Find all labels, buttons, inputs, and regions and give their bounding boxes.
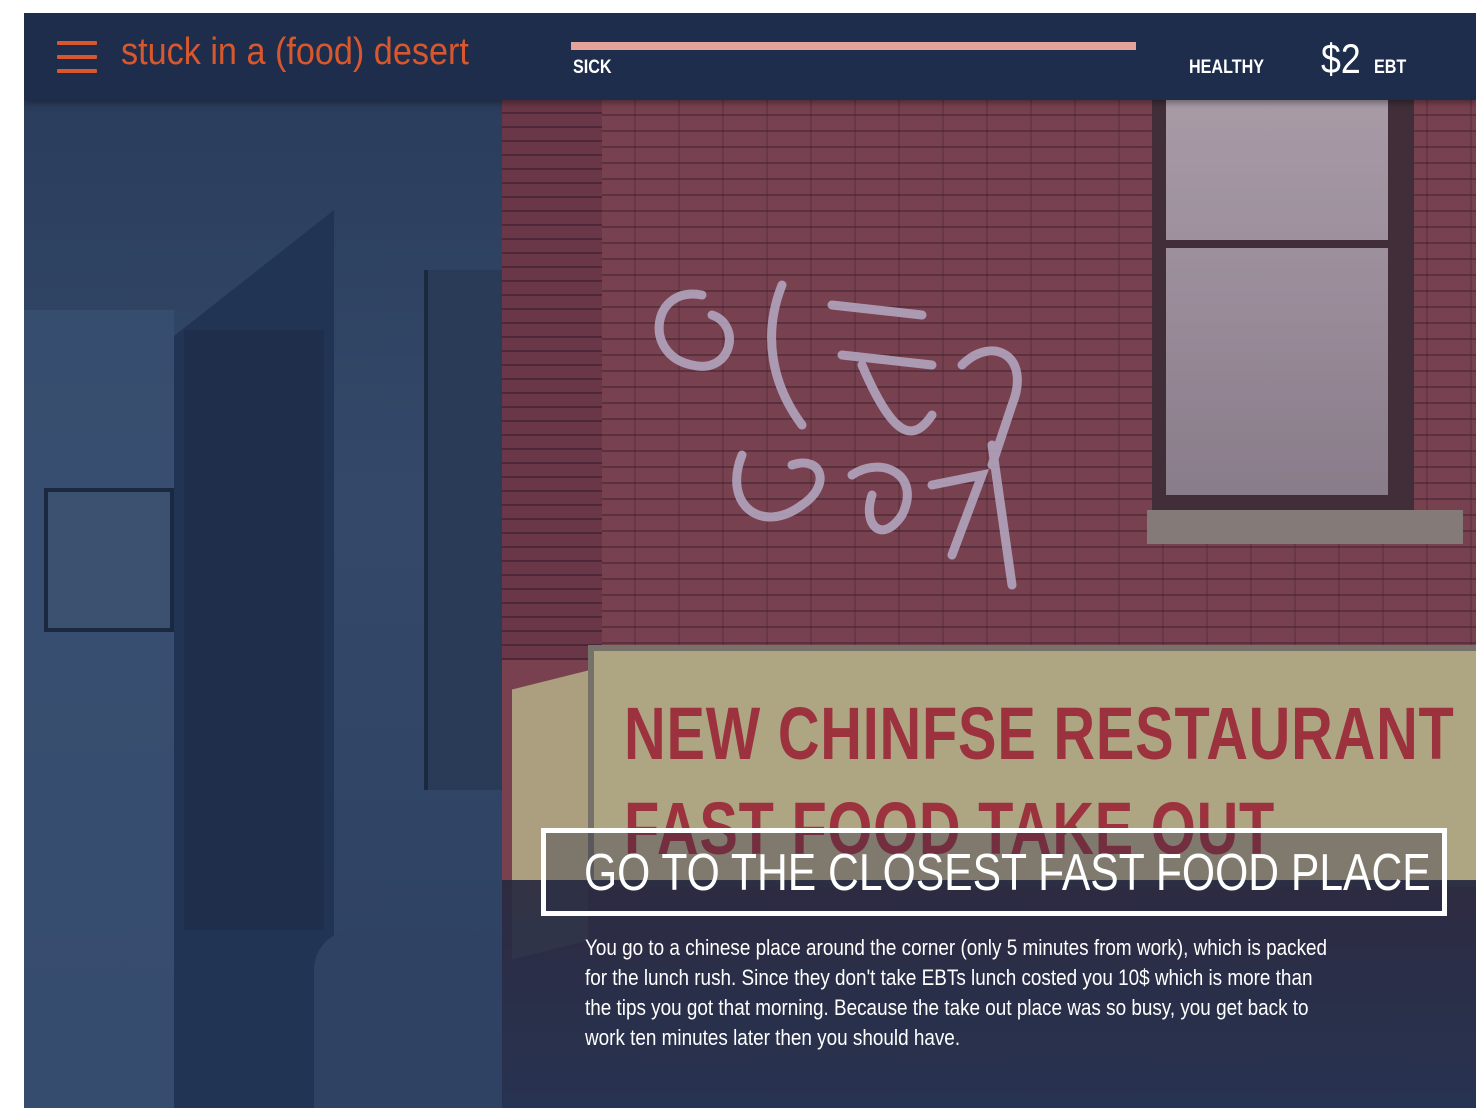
wallet-amount: $2 <box>1321 35 1361 82</box>
narrative-line: work ten minutes later then you should h… <box>585 1025 961 1050</box>
choice-title: GO TO THE CLOSEST FAST FOOD PLACE <box>584 844 1431 902</box>
narrative-text: You go to a chinese place around the cor… <box>585 933 1425 1053</box>
game-frame: stuck in a (food) desert SICK HEALTHY $2… <box>24 13 1476 1108</box>
interior-picture-frame <box>44 488 174 632</box>
health-label-sick: SICK <box>573 57 612 78</box>
left-scene-image <box>24 100 502 1108</box>
wallet-balance: $2 EBT <box>1321 35 1406 83</box>
narrative-line: for the lunch rush. Since they don't tak… <box>585 965 1313 990</box>
interior-wall <box>24 310 174 1108</box>
top-bar: stuck in a (food) desert SICK HEALTHY $2… <box>24 13 1476 100</box>
choice-button[interactable]: GO TO THE CLOSEST FAST FOOD PLACE <box>541 828 1447 916</box>
narrative-line: You go to a chinese place around the cor… <box>585 935 1328 960</box>
health-meter <box>571 42 1136 50</box>
health-meter-fill <box>571 42 1136 50</box>
narrative-line: the tips you got that morning. Because t… <box>585 995 1309 1020</box>
interior-room <box>184 330 324 930</box>
wallet-unit: EBT <box>1374 57 1407 78</box>
interior-chair <box>314 930 502 1108</box>
health-label-healthy: HEALTHY <box>1189 57 1265 78</box>
app-title: stuck in a (food) desert <box>121 31 469 73</box>
hamburger-menu-icon[interactable] <box>57 39 97 75</box>
interior-poster <box>424 270 502 790</box>
